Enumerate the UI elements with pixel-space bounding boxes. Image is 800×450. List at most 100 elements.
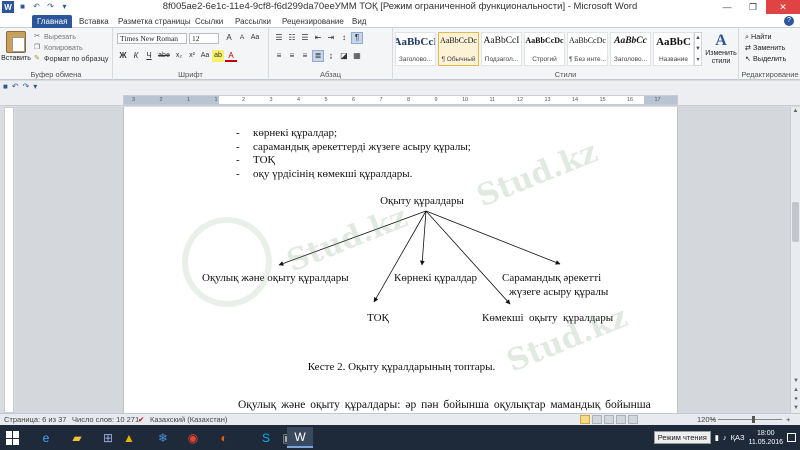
- superscript-button[interactable]: x²: [186, 50, 198, 62]
- find-button[interactable]: ⌕ Найти: [745, 31, 786, 42]
- select-button[interactable]: ↖ Выделить: [745, 53, 786, 64]
- save-icon[interactable]: ■: [3, 82, 8, 91]
- format-painter-button[interactable]: ✎ Формат по образцу: [33, 53, 108, 64]
- customize-icon[interactable]: ▾: [33, 82, 37, 91]
- style-heading2[interactable]: AaBbCc Заголово...: [610, 32, 651, 66]
- save-icon[interactable]: ■: [17, 1, 28, 12]
- font-color-button[interactable]: A: [225, 50, 237, 62]
- tab-insert[interactable]: Вставка: [79, 15, 109, 28]
- vertical-scrollbar[interactable]: ▲ ▼ ▲ ● ▼: [790, 107, 800, 413]
- clock[interactable]: 18:00 11.05.2016: [748, 429, 783, 447]
- proofing-icon[interactable]: ✔: [138, 415, 144, 425]
- sort-icon[interactable]: ↕: [338, 32, 350, 44]
- customize-qat-icon[interactable]: ▾: [59, 1, 70, 12]
- print-layout-icon[interactable]: [580, 415, 590, 424]
- tab-references[interactable]: Ссылки: [195, 15, 223, 28]
- undo-icon[interactable]: ↶: [31, 1, 42, 12]
- previous-page-icon[interactable]: ▲: [791, 386, 800, 395]
- minimize-button[interactable]: —: [714, 0, 740, 14]
- line-spacing-icon[interactable]: ↨: [325, 50, 337, 62]
- highlight-button[interactable]: ab: [212, 50, 224, 62]
- more-styles-icon[interactable]: ▾: [695, 55, 701, 66]
- style-no-spacing[interactable]: AaBbCcDc ¶ Без инте...: [567, 32, 608, 66]
- replace-button[interactable]: ⇄ Заменить: [745, 42, 786, 53]
- web-layout-icon[interactable]: [604, 415, 614, 424]
- zoom-in-icon[interactable]: +: [786, 415, 790, 425]
- shading-icon[interactable]: ◪: [338, 50, 350, 62]
- bold-button[interactable]: Ж: [117, 50, 129, 62]
- file-explorer-icon[interactable]: ▰: [64, 427, 90, 448]
- numbering-icon[interactable]: ☷: [286, 32, 298, 44]
- scroll-up-icon[interactable]: ▲: [791, 107, 800, 116]
- style-strong[interactable]: AaBbCcDc Строгий: [524, 32, 565, 66]
- network-icon[interactable]: ▮: [715, 433, 719, 442]
- notifications-icon[interactable]: [787, 433, 796, 442]
- app-snowflake-icon[interactable]: ❄: [150, 427, 176, 448]
- style-normal[interactable]: AaBbCcDc ¶ Обычный: [438, 32, 479, 66]
- strikethrough-button[interactable]: abe: [156, 50, 172, 62]
- change-case-button[interactable]: Aa: [199, 50, 211, 62]
- tab-home[interactable]: Главная: [32, 15, 73, 28]
- style-heading1[interactable]: AaBbCcI Заголово...: [395, 32, 436, 66]
- underline-button[interactable]: Ч: [143, 50, 155, 62]
- word-logo-icon[interactable]: W: [2, 1, 14, 13]
- italic-button[interactable]: К: [130, 50, 142, 62]
- scroll-down-icon[interactable]: ▼: [695, 44, 701, 55]
- paste-button[interactable]: Вставить: [1, 31, 31, 62]
- copy-button[interactable]: ❐ Копировать: [33, 42, 108, 53]
- zoom-thumb[interactable]: [752, 416, 755, 423]
- windows-start-icon[interactable]: [6, 431, 20, 445]
- outline-icon[interactable]: [616, 415, 626, 424]
- word-count[interactable]: Число слов: 10 271: [72, 415, 139, 425]
- borders-icon[interactable]: ▦: [351, 50, 363, 62]
- document-page[interactable]: - көрнекі құралдар; - сарамандық әрекеттер…: [123, 107, 678, 413]
- browse-object-icon[interactable]: ●: [791, 395, 800, 404]
- close-button[interactable]: ✕: [766, 0, 800, 14]
- help-icon[interactable]: ?: [784, 16, 794, 26]
- style-subtitle[interactable]: AaBbCcI Подзагол...: [481, 32, 522, 66]
- undo-icon[interactable]: ↶: [12, 82, 19, 91]
- increase-indent-icon[interactable]: ⇥: [325, 32, 337, 44]
- scroll-thumb[interactable]: [792, 202, 799, 242]
- tab-review[interactable]: Рецензирование: [282, 15, 344, 28]
- app-triangle-icon[interactable]: ▲: [116, 427, 142, 448]
- subscript-button[interactable]: x₂: [173, 50, 185, 62]
- edge-icon[interactable]: e: [33, 427, 59, 448]
- draft-icon[interactable]: [628, 415, 638, 424]
- tab-view[interactable]: Вид: [352, 15, 366, 28]
- page-counter[interactable]: Страница: 6 из 37: [4, 415, 66, 425]
- styles-gallery-scroll[interactable]: ▲ ▼ ▾: [694, 32, 702, 66]
- font-size-select[interactable]: 12: [189, 33, 219, 44]
- volume-icon[interactable]: ♪: [723, 433, 727, 442]
- maximize-button[interactable]: ❐: [740, 0, 766, 14]
- tab-mailings[interactable]: Рассылки: [235, 15, 271, 28]
- scroll-down-icon[interactable]: ▼: [791, 377, 800, 386]
- redo-icon[interactable]: ↷: [23, 82, 30, 91]
- cut-button[interactable]: ✂ Вырезать: [33, 31, 108, 42]
- word-taskbar-icon[interactable]: W: [287, 427, 313, 448]
- keyboard-language[interactable]: ҚАЗ: [731, 433, 745, 442]
- shrink-font-icon[interactable]: A: [236, 32, 248, 44]
- align-center-icon[interactable]: ≡: [286, 50, 298, 62]
- bullets-icon[interactable]: ☰: [273, 32, 285, 44]
- change-styles-button[interactable]: A Изменить стили: [704, 32, 738, 66]
- vertical-ruler[interactable]: [4, 107, 14, 413]
- next-page-icon[interactable]: ▼: [791, 404, 800, 413]
- decrease-indent-icon[interactable]: ⇤: [312, 32, 324, 44]
- font-name-select[interactable]: Times New Roman: [117, 33, 187, 44]
- multilevel-list-icon[interactable]: ☰: [299, 32, 311, 44]
- zoom-slider[interactable]: [718, 419, 782, 420]
- firefox-icon[interactable]: ◐: [211, 427, 237, 448]
- full-screen-reading-icon[interactable]: [592, 415, 602, 424]
- tab-page-layout[interactable]: Разметка страницы: [118, 15, 191, 28]
- horizontal-ruler[interactable]: 3 2 1 1 2 3 4 5 6 7 8 9 10 11 12 13 14 15 16 17: [123, 95, 678, 105]
- style-title[interactable]: AaBbC Название: [653, 32, 694, 66]
- show-marks-button[interactable]: ¶: [351, 32, 363, 44]
- scroll-up-icon[interactable]: ▲: [695, 33, 701, 44]
- redo-icon[interactable]: ↷: [45, 1, 56, 12]
- grow-font-icon[interactable]: A: [223, 32, 235, 44]
- clear-format-icon[interactable]: Aa: [249, 32, 261, 44]
- zoom-out-icon[interactable]: −: [711, 415, 715, 425]
- align-left-icon[interactable]: ≡: [273, 50, 285, 62]
- align-right-icon[interactable]: ≡: [299, 50, 311, 62]
